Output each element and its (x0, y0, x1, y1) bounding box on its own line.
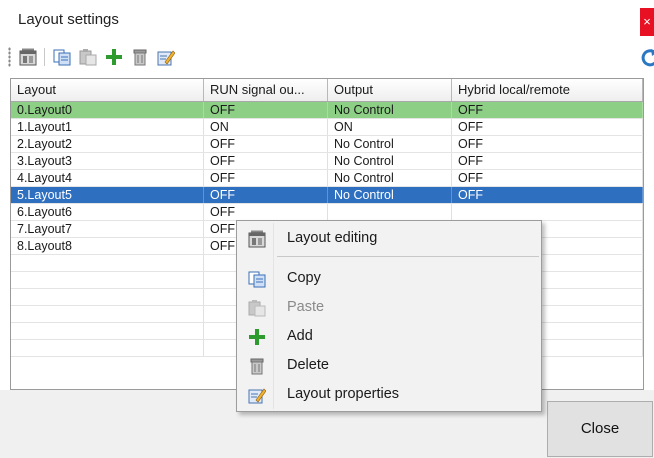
cell-layout (11, 289, 204, 305)
menu-item-delete[interactable]: Delete (239, 352, 539, 379)
cell-output: No Control (328, 136, 452, 152)
menu-item-label: Layout editing (287, 230, 378, 246)
cell-layout (11, 272, 204, 288)
column-header-output[interactable]: Output (328, 79, 452, 101)
cell-hybrid: OFF (452, 153, 643, 169)
cell-output: No Control (328, 102, 452, 118)
cell-run-signal: OFF (204, 187, 328, 203)
layout-editing-icon (247, 229, 267, 249)
cell-layout (11, 323, 204, 339)
layout-editing-icon (19, 48, 37, 66)
table-row[interactable]: 2.Layout2 OFF No Control OFF (11, 136, 643, 153)
menu-item-layout-editing[interactable]: Layout editing (239, 225, 539, 252)
cell-layout: 3.Layout3 (11, 153, 204, 169)
context-menu: Layout editing Copy Paste Add Delete Lay… (236, 220, 542, 412)
toolbar-separator (44, 48, 45, 66)
cell-output (328, 204, 452, 220)
paste-toolbar-button[interactable] (76, 45, 100, 69)
column-header-run-signal[interactable]: RUN signal ou... (204, 79, 328, 101)
cell-run-signal: OFF (204, 170, 328, 186)
close-button[interactable]: Close (547, 401, 653, 457)
refresh-button[interactable] (640, 48, 654, 68)
menu-item-add[interactable]: Add (239, 323, 539, 350)
properties-icon (157, 50, 175, 66)
copy-icon (247, 269, 267, 289)
cell-output: No Control (328, 153, 452, 169)
window-close-button[interactable]: × (640, 8, 654, 36)
toolbar-grip[interactable] (8, 47, 11, 67)
cell-run-signal: OFF (204, 153, 328, 169)
cell-output: No Control (328, 187, 452, 203)
table-row[interactable]: 1.Layout1 ON ON OFF (11, 119, 643, 136)
cell-layout (11, 340, 204, 356)
cell-run-signal: OFF (204, 204, 328, 220)
cell-hybrid: OFF (452, 136, 643, 152)
column-header-hybrid[interactable]: Hybrid local/remote (452, 79, 643, 101)
menu-item-layout-properties[interactable]: Layout properties (239, 381, 539, 408)
copy-toolbar-button[interactable] (50, 45, 74, 69)
delete-icon (133, 49, 147, 66)
layout-editing-toolbar-button[interactable] (16, 45, 40, 69)
delete-toolbar-button[interactable] (128, 45, 152, 69)
menu-item-label: Copy (287, 270, 321, 286)
cell-output: ON (328, 119, 452, 135)
cell-run-signal: OFF (204, 136, 328, 152)
table-row[interactable]: 6.Layout6 OFF (11, 204, 643, 221)
cell-run-signal: OFF (204, 102, 328, 118)
cell-output: No Control (328, 170, 452, 186)
cell-layout: 5.Layout5 (11, 187, 204, 203)
add-icon (106, 49, 122, 65)
table-row[interactable]: 4.Layout4 OFF No Control OFF (11, 170, 643, 187)
delete-icon (247, 356, 267, 376)
cell-layout: 8.Layout8 (11, 238, 204, 254)
add-toolbar-button[interactable] (102, 45, 126, 69)
cell-layout: 6.Layout6 (11, 204, 204, 220)
menu-item-label: Add (287, 328, 313, 344)
paste-icon (79, 49, 97, 66)
cell-run-signal: ON (204, 119, 328, 135)
cell-hybrid (452, 204, 643, 220)
table-row[interactable]: 5.Layout5 OFF No Control OFF (11, 187, 643, 204)
menu-item-paste[interactable]: Paste (239, 294, 539, 321)
window-title: Layout settings (18, 11, 119, 28)
cell-hybrid: OFF (452, 170, 643, 186)
cell-layout (11, 306, 204, 322)
menu-separator (277, 256, 539, 257)
grid-header: Layout RUN signal ou... Output Hybrid lo… (11, 79, 643, 102)
title-bar: Layout settings × (0, 0, 654, 40)
cell-layout (11, 255, 204, 271)
properties-icon (247, 385, 267, 405)
copy-icon (53, 49, 71, 66)
cell-layout: 4.Layout4 (11, 170, 204, 186)
menu-item-copy[interactable]: Copy (239, 265, 539, 292)
refresh-icon (641, 49, 654, 67)
menu-item-label: Delete (287, 357, 329, 373)
table-row[interactable]: 3.Layout3 OFF No Control OFF (11, 153, 643, 170)
properties-toolbar-button[interactable] (154, 45, 178, 69)
table-row[interactable]: 0.Layout0 OFF No Control OFF (11, 102, 643, 119)
add-icon (247, 327, 267, 347)
column-header-layout[interactable]: Layout (11, 79, 204, 101)
menu-item-label: Layout properties (287, 386, 400, 402)
cell-hybrid: OFF (452, 102, 643, 118)
cell-layout: 7.Layout7 (11, 221, 204, 237)
cell-hybrid: OFF (452, 119, 643, 135)
cell-hybrid: OFF (452, 187, 643, 203)
toolbar (0, 40, 654, 76)
menu-item-label: Paste (287, 299, 325, 315)
cell-layout: 0.Layout0 (11, 102, 204, 118)
paste-icon (247, 298, 267, 318)
cell-layout: 1.Layout1 (11, 119, 204, 135)
cell-layout: 2.Layout2 (11, 136, 204, 152)
